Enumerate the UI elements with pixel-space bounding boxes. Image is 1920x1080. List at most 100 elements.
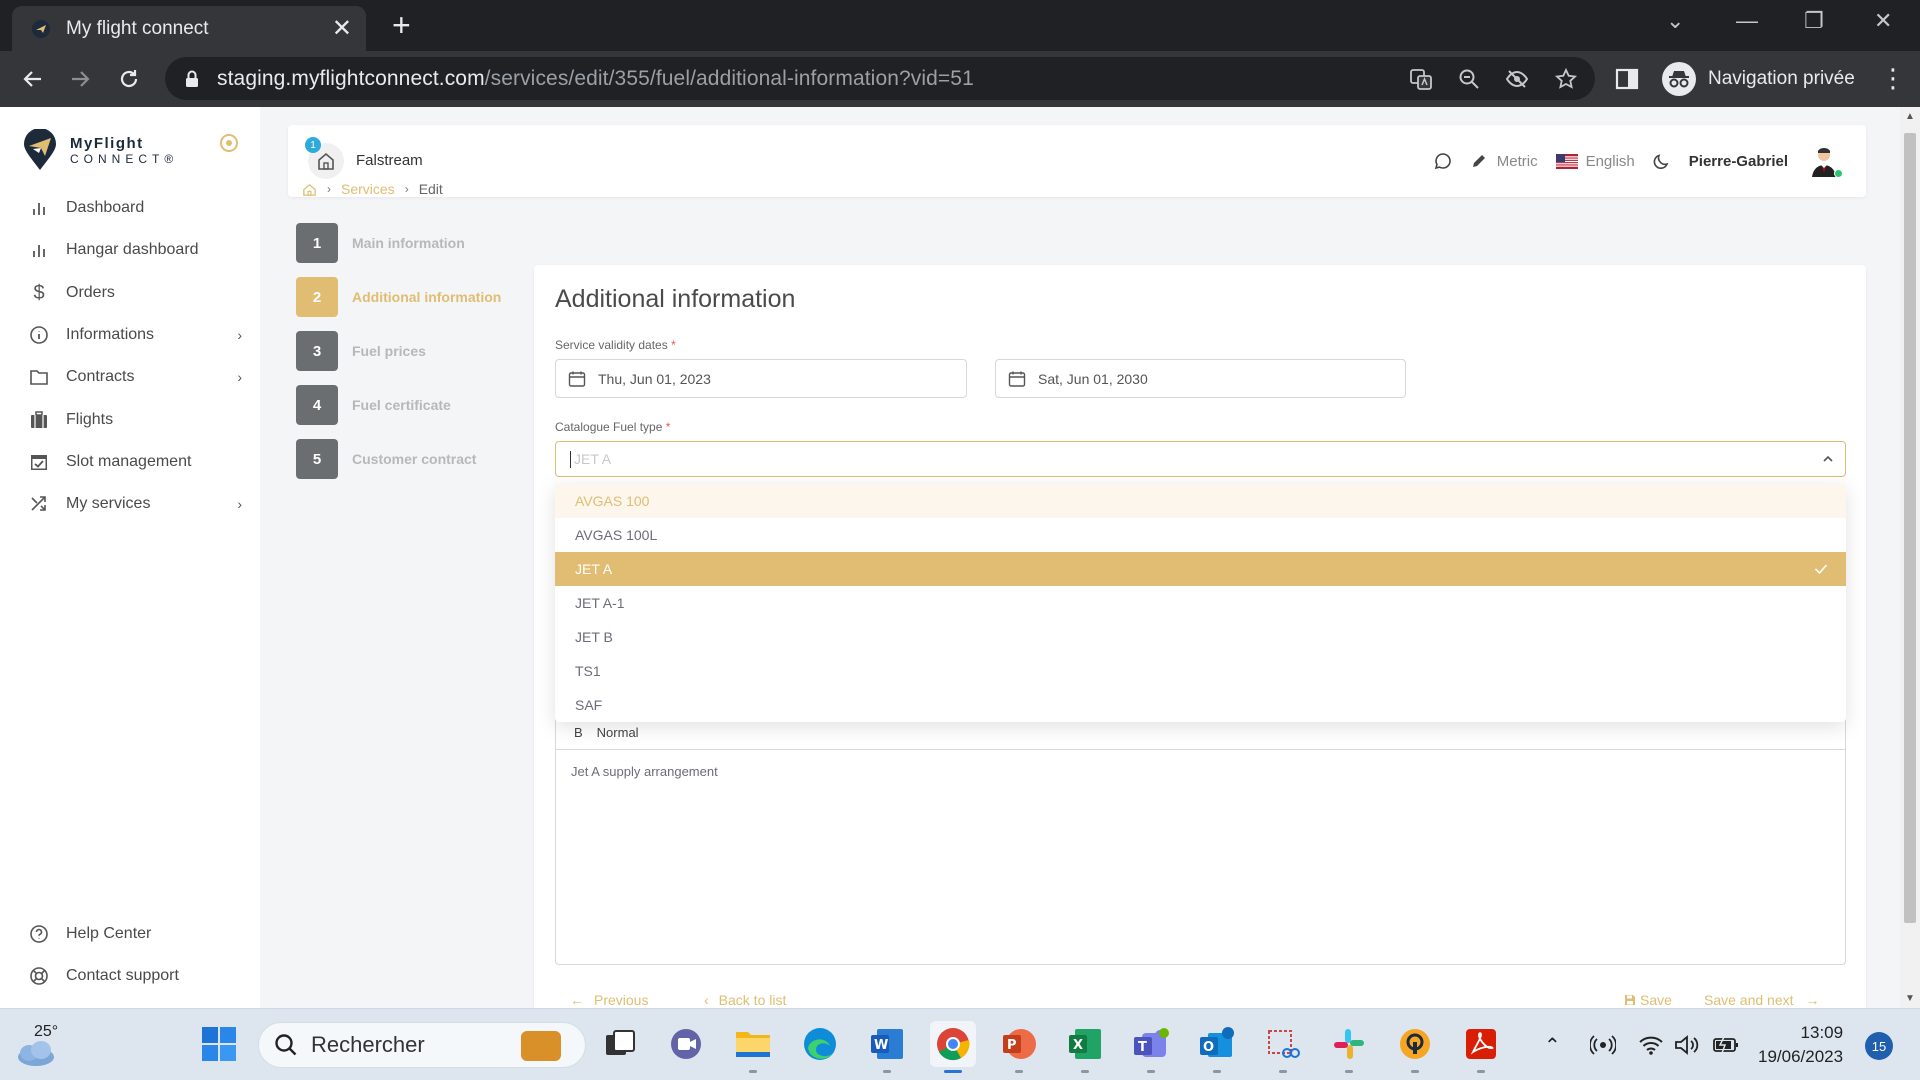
rich-text-editor[interactable]: Jet A supply arrangement <box>555 749 1846 965</box>
step-fuel-certificate[interactable]: 4 Fuel certificate <box>296 385 451 425</box>
battery-icon[interactable] <box>1712 1009 1740 1080</box>
option-jet-b[interactable]: JET B <box>555 620 1846 654</box>
start-menu-button[interactable] <box>196 1021 242 1067</box>
windows-logo-icon <box>202 1027 236 1061</box>
scroll-up-icon[interactable]: ▲ <box>1905 111 1915 122</box>
step-main-information[interactable]: 1 Main information <box>296 223 465 263</box>
zoom-icon[interactable] <box>1457 67 1481 91</box>
file-explorer-icon[interactable] <box>730 1021 776 1073</box>
option-jet-a-1[interactable]: JET A-1 <box>555 586 1846 620</box>
sidebar-item-contracts[interactable]: Contracts › <box>28 360 242 394</box>
wifi-icon[interactable] <box>1638 1009 1664 1080</box>
taskbar-search[interactable]: Rechercher <box>258 1022 586 1068</box>
teams-chat-icon[interactable] <box>663 1021 709 1067</box>
end-date-input[interactable]: Sat, Jun 01, 2030 <box>995 359 1406 398</box>
user-name[interactable]: Pierre-Gabriel <box>1689 153 1788 170</box>
volume-icon[interactable] <box>1674 1009 1700 1080</box>
url-text: staging.myflightconnect.com/services/edi… <box>217 66 974 90</box>
incognito-icon <box>1662 62 1696 96</box>
eye-off-icon[interactable] <box>1505 67 1529 91</box>
previous-button[interactable]: ← Previous <box>570 985 648 1008</box>
breadcrumb-services[interactable]: Services <box>341 181 395 197</box>
chevron-right-icon: › <box>327 182 331 196</box>
show-hidden-icons[interactable]: ⌃ <box>1544 1009 1561 1080</box>
browser-tab[interactable]: My flight connect ✕ <box>12 6 366 51</box>
weather-widget[interactable]: 25° <box>14 1023 60 1069</box>
incognito-profile-button[interactable]: Navigation privée <box>1656 57 1875 101</box>
save-and-next-button[interactable]: Save and next → <box>1704 985 1820 1008</box>
option-jet-a[interactable]: JET A <box>555 552 1846 586</box>
option-avgas-100l[interactable]: AVGAS 100L <box>555 518 1846 552</box>
teams-icon[interactable]: T <box>1128 1021 1174 1073</box>
bold-icon[interactable]: B <box>574 725 583 740</box>
back-icon[interactable] <box>17 63 49 95</box>
page-scrollbar[interactable]: ▲ ▼ <box>1900 107 1920 1008</box>
format-select[interactable]: Normal <box>597 725 639 740</box>
notification-count-badge[interactable]: 15 <box>1865 1032 1893 1060</box>
scrollbar-thumb[interactable] <box>1904 133 1916 923</box>
language-selector[interactable]: English <box>1555 153 1635 170</box>
hotspot-icon[interactable] <box>1590 1009 1616 1080</box>
scroll-down-icon[interactable]: ▼ <box>1905 993 1915 1004</box>
vpn-app-icon[interactable] <box>1392 1021 1438 1073</box>
sidebar-item-orders[interactable]: $ Orders <box>28 276 242 310</box>
task-view-icon[interactable] <box>597 1021 643 1067</box>
new-tab-icon[interactable]: + <box>392 9 411 41</box>
edge-browser-icon[interactable] <box>797 1021 843 1067</box>
fuel-type-label: Catalogue Fuel type * <box>555 420 671 434</box>
check-icon <box>1814 564 1828 575</box>
acrobat-icon[interactable] <box>1458 1021 1504 1073</box>
address-bar[interactable]: staging.myflightconnect.com/services/edi… <box>165 57 1595 100</box>
forward-icon[interactable] <box>64 63 96 95</box>
reload-icon[interactable] <box>113 63 145 95</box>
taskbar-clock[interactable]: 13:09 19/06/2023 <box>1758 1021 1843 1069</box>
step-additional-information[interactable]: 2 Additional information <box>296 277 501 317</box>
option-avgas-100[interactable]: AVGAS 100 <box>555 484 1846 518</box>
excel-icon[interactable]: X <box>1062 1021 1108 1073</box>
step-customer-contract[interactable]: 5 Customer contract <box>296 439 476 479</box>
sidebar-item-informations[interactable]: Informations › <box>28 318 242 352</box>
chat-icon[interactable] <box>1433 151 1453 171</box>
outlook-icon[interactable]: O <box>1194 1021 1240 1073</box>
user-avatar[interactable] <box>1806 143 1843 179</box>
shuffle-icon <box>28 493 50 515</box>
sidebar-item-help-center[interactable]: Help Center <box>28 917 242 951</box>
sidebar-collapse-toggle[interactable] <box>220 134 238 152</box>
sidebar-item-dashboard[interactable]: Dashboard <box>28 191 242 225</box>
option-ts1[interactable]: TS1 <box>555 654 1846 688</box>
breadcrumb-home-icon[interactable] <box>302 182 317 197</box>
save-button[interactable]: Save <box>1624 985 1672 1008</box>
sidebar-item-hangar-dashboard[interactable]: Hangar dashboard <box>28 233 242 267</box>
word-icon[interactable]: W <box>864 1021 910 1073</box>
start-date-input[interactable]: Thu, Jun 01, 2023 <box>555 359 967 398</box>
sidebar-item-slot-management[interactable]: Slot management <box>28 445 242 479</box>
side-panel-icon[interactable] <box>1614 66 1640 92</box>
browser-menu-icon[interactable]: ⋮ <box>1880 63 1906 94</box>
snipping-tool-icon[interactable] <box>1260 1021 1306 1073</box>
slack-icon[interactable] <box>1326 1021 1372 1073</box>
close-window-icon[interactable]: ✕ <box>1874 8 1892 34</box>
fuel-type-select[interactable]: JET A <box>555 441 1846 477</box>
units-toggle[interactable]: Metric <box>1471 153 1538 170</box>
restore-icon[interactable]: ❐ <box>1804 8 1824 34</box>
page-viewport: MyFlight CONNECT® Dashboard Hangar dashb… <box>0 107 1900 1008</box>
step-fuel-prices[interactable]: 3 Fuel prices <box>296 331 426 371</box>
minimize-icon[interactable]: — <box>1736 8 1758 34</box>
lifebuoy-icon <box>28 965 50 987</box>
tab-close-icon[interactable]: ✕ <box>332 16 352 41</box>
dark-mode-moon-icon[interactable] <box>1653 152 1671 170</box>
chrome-browser-icon[interactable] <box>930 1021 976 1073</box>
bar-chart-icon <box>28 239 50 261</box>
app-logo[interactable]: MyFlight CONNECT® <box>22 129 178 171</box>
powerpoint-icon[interactable]: P <box>996 1021 1042 1073</box>
translate-icon[interactable] <box>1409 67 1433 91</box>
sidebar-item-flights[interactable]: Flights <box>28 403 242 437</box>
sidebar-item-my-services[interactable]: My services › <box>28 487 242 521</box>
bookmark-star-icon[interactable] <box>1554 67 1578 91</box>
back-to-list-button[interactable]: ‹ Back to list <box>704 985 786 1008</box>
notification-badge: 1 <box>305 137 321 153</box>
option-saf[interactable]: SAF <box>555 688 1846 722</box>
chevron-up-icon[interactable] <box>1821 452 1835 466</box>
tab-search-icon[interactable]: ⌄ <box>1666 8 1684 34</box>
sidebar-item-contact-support[interactable]: Contact support <box>28 959 242 993</box>
